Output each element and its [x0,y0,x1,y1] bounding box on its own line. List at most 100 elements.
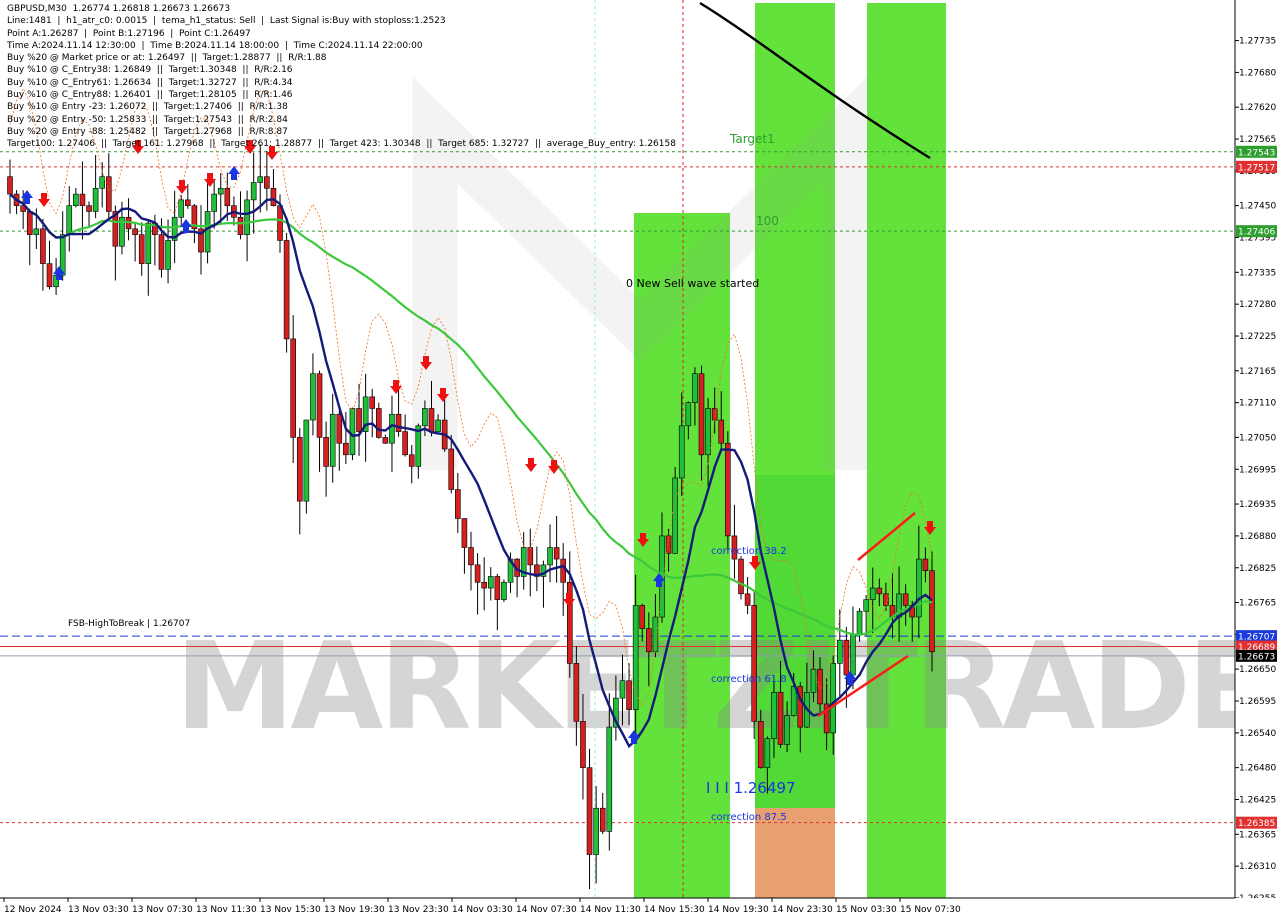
price-tick-label: 1.27165 [1239,367,1276,377]
price-tick-label: 1.26825 [1239,564,1276,574]
price-tick-label: 1.26995 [1239,465,1276,475]
candle-body [455,489,461,519]
price-label-text: 1.26673 [1238,652,1275,662]
candle-body [698,373,705,456]
candle-body [356,408,362,432]
candle-body [810,668,817,693]
candle-body [784,715,790,745]
info-line: Line:1481 | h1_atr_c0: 0.0015 | tema_h1_… [7,16,446,27]
candle-body [296,437,303,502]
candle-body [771,692,777,739]
candle-body [145,222,152,264]
candle-body [402,431,408,456]
candle [283,232,290,353]
time-tick-label: 14 Nov 23:30 [772,905,833,915]
candle-body [876,587,883,595]
candle-body [33,228,40,235]
info-line: Target100: 1.27406 || Target 161: 1.2796… [7,139,676,150]
candle-body [869,587,876,600]
price-tick-label: 1.26595 [1239,697,1276,707]
candle-body [665,535,672,554]
price-tick-label: 1.27450 [1239,202,1276,212]
time-tick-label: 14 Nov 15:30 [644,905,705,915]
price-tick-label: 1.26365 [1239,830,1276,840]
candle-body [26,211,33,235]
candle-body [7,176,13,195]
candle-body [718,419,725,444]
price-tick-label: 1.27110 [1239,399,1276,409]
price-tick-label: 1.26935 [1239,500,1276,510]
candle-body [652,616,659,653]
candle-body [817,668,823,705]
candle-body [843,639,850,676]
price-tick-label: 1.27735 [1239,37,1276,47]
candle [672,467,678,555]
time-tick-label: 14 Nov 07:30 [516,905,577,915]
candle-body [929,570,935,653]
time-tick-label: 15 Nov 03:30 [836,905,897,915]
candle-body [494,576,501,600]
candle-body [257,176,264,183]
candle-body [73,193,79,206]
candle-body [138,234,145,264]
price-tick-label: 1.27335 [1239,268,1276,278]
candle-body [165,240,171,270]
time-tick-label: 14 Nov 11:30 [580,905,641,915]
indicator-info-panel: GBPUSD,M30 1.26774 1.26818 1.26673 1.266… [7,3,676,151]
candle-body [560,558,567,583]
candle-body [408,454,415,467]
info-line: Buy %20 @ Market price or at: 1.26497 ||… [7,53,327,64]
candle-body [435,419,441,432]
time-tick-label: 13 Nov 11:30 [196,905,257,915]
candle-body [422,408,428,427]
candle-body [448,448,455,490]
price-tick-label: 1.27680 [1239,68,1276,78]
candle-body [626,680,632,711]
price-label-text: 1.27543 [1238,148,1275,158]
price-tick-label: 1.27565 [1239,135,1276,145]
correction-618-label: correction 61.8 [711,674,787,685]
candle-body [764,738,771,768]
candle-body [204,211,211,253]
candle [738,556,744,600]
price-tick-label: 1.26425 [1239,796,1276,806]
candle-body [105,176,112,212]
candle-body [725,442,731,537]
candle-body [46,263,53,288]
correction-875-label: correction 87.5 [711,812,787,823]
candle-body [40,228,46,264]
target1-label: Target1 [729,132,775,146]
time-tick-label: 13 Nov 07:30 [132,905,193,915]
candle-body [132,228,138,235]
candle-body [428,408,435,432]
price-tick-label: 1.27280 [1239,300,1276,310]
candle-body [481,581,487,589]
candle [303,419,310,514]
candle-body [92,187,99,212]
time-tick-label: 14 Nov 03:30 [452,905,513,915]
price-tick-label: 1.27050 [1239,433,1276,443]
candle-body [586,767,593,855]
info-line: Buy %10 @ Entry -23: 1.26072 || Target:1… [7,102,288,113]
candle-body [329,413,336,467]
time-tick-label: 13 Nov 03:30 [68,905,129,915]
candle-body [692,373,698,403]
candle-body [751,605,757,722]
candle-body [211,193,217,212]
candle-body [606,726,613,832]
candle-body [916,558,922,618]
candle-body [461,518,468,548]
candle-body [250,182,257,201]
candle-body [382,437,389,444]
candle-body [672,477,678,554]
candle-body [836,639,843,664]
price-tick-label: 1.26310 [1239,862,1276,872]
candle-body [185,199,191,206]
candle-body [705,408,711,456]
fsb-label: FSB-HighToBreak | 1.26707 [68,619,190,629]
candle-body [336,413,343,444]
candle-body [777,692,784,745]
candle-body [290,338,296,438]
target100-label: 100 [756,214,779,228]
candle-body [646,628,652,653]
